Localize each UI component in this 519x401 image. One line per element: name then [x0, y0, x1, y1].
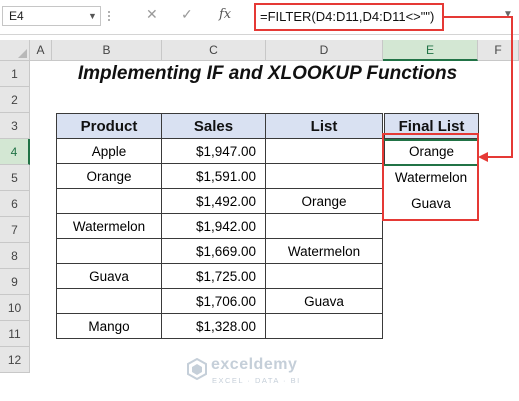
exceldemy-watermark: exceldemy EXCEL · DATA · BI: [183, 355, 333, 391]
exceldemy-logo-icon: [187, 358, 207, 380]
watermark-name: exceldemy: [211, 356, 298, 373]
watermark-tagline: EXCEL · DATA · BI: [212, 376, 301, 385]
annotation-arrow: [444, 16, 513, 162]
